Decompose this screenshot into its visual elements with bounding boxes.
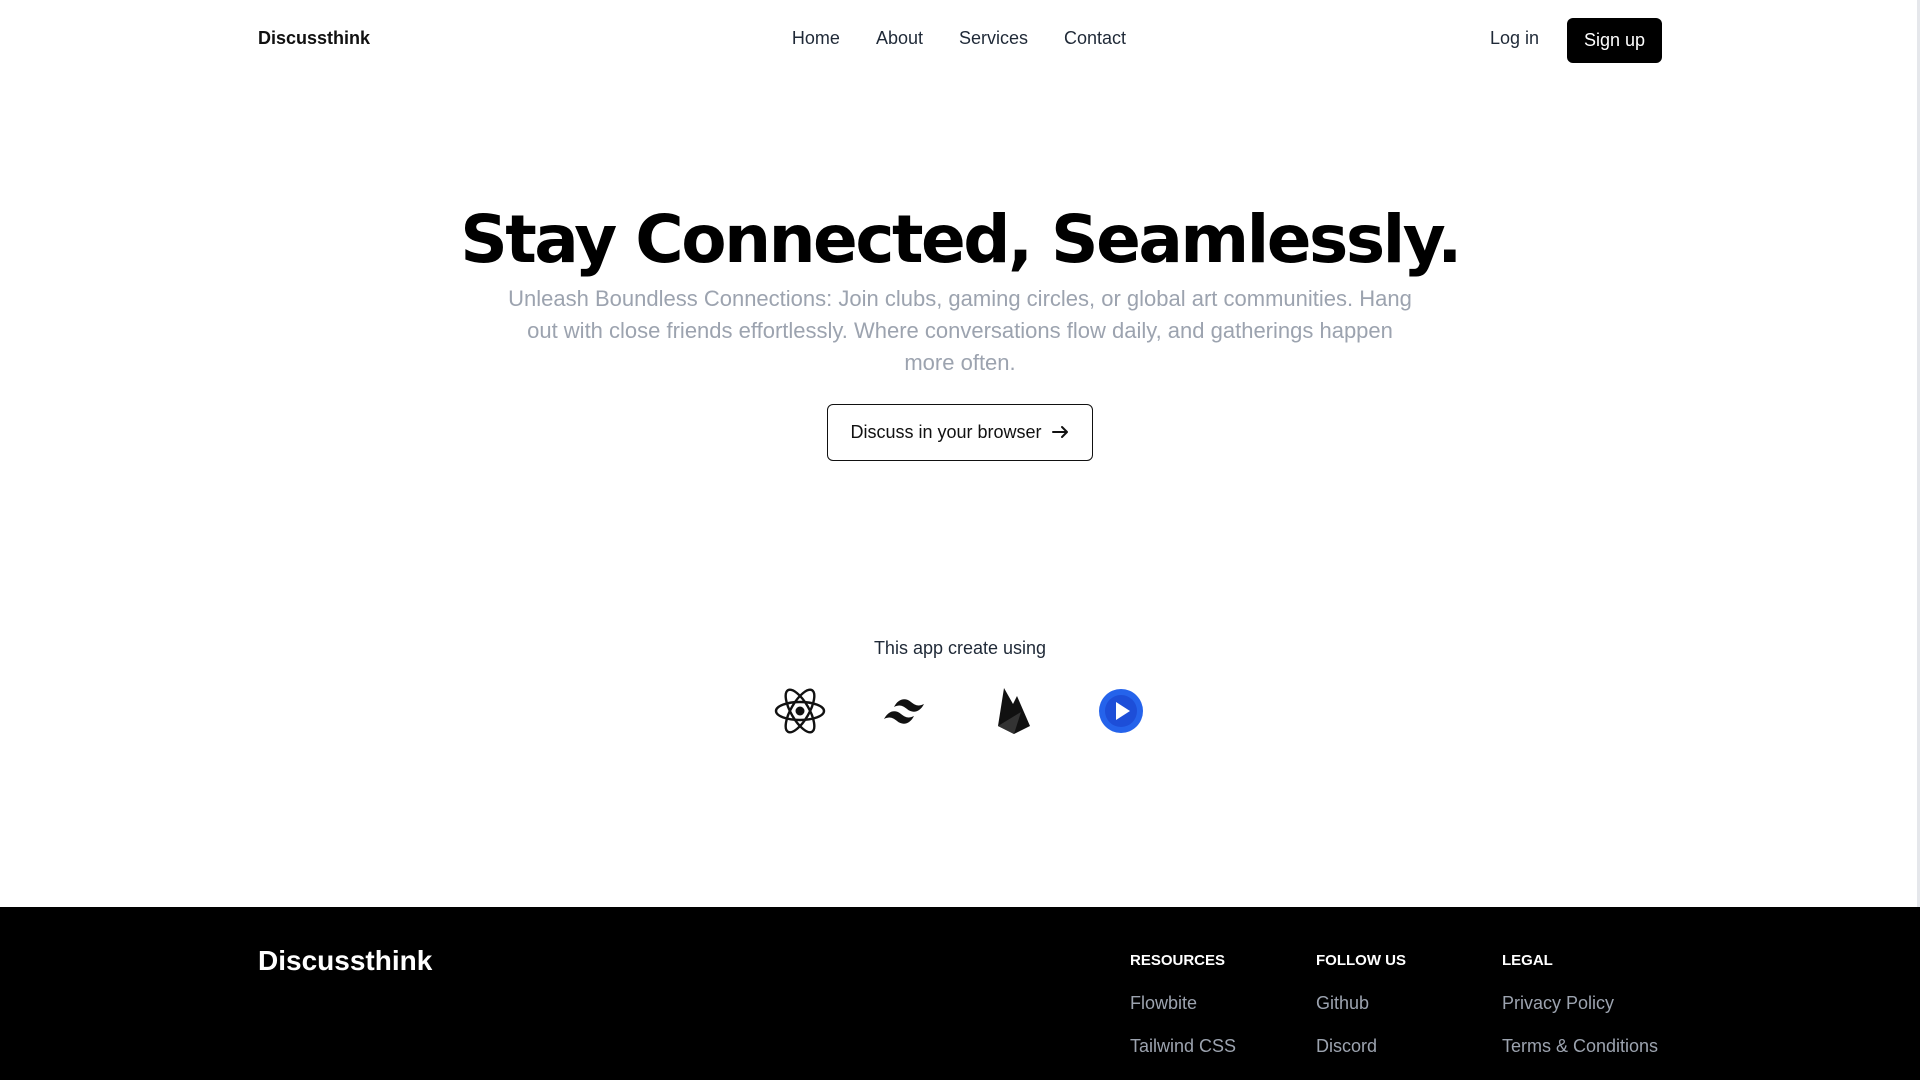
arrow-right-icon bbox=[1051, 423, 1070, 443]
hero-title: Stay Connected, Seamlessly. bbox=[460, 201, 1462, 278]
footer-link-github[interactable]: Github bbox=[1316, 993, 1502, 1014]
tech-stack-section: This app create using bbox=[0, 638, 1920, 737]
footer-column-legal: LEGAL Privacy Policy Terms & Conditions bbox=[1502, 945, 1688, 1079]
login-link[interactable]: Log in bbox=[1490, 28, 1539, 49]
footer-link-flowbite[interactable]: Flowbite bbox=[1130, 993, 1316, 1014]
footer-link-tailwind[interactable]: Tailwind CSS bbox=[1130, 1036, 1316, 1057]
footer-column-follow-us: FOLLOW US Github Discord bbox=[1316, 945, 1502, 1079]
navbar: Discussthink Home About Services Contact… bbox=[0, 0, 1920, 82]
tech-icons bbox=[0, 685, 1920, 737]
signup-button[interactable]: Sign up bbox=[1567, 18, 1662, 63]
footer-link-discord[interactable]: Discord bbox=[1316, 1036, 1502, 1057]
cta-label: Discuss in your browser bbox=[850, 422, 1042, 443]
nav-link-home[interactable]: Home bbox=[792, 28, 840, 49]
footer-heading: FOLLOW US bbox=[1316, 952, 1406, 969]
footer-link-terms[interactable]: Terms & Conditions bbox=[1502, 1036, 1688, 1057]
nav-link-about[interactable]: About bbox=[876, 28, 923, 49]
hero-subtitle: Unleash Boundless Connections: Join club… bbox=[508, 286, 1412, 376]
nav-link-services[interactable]: Services bbox=[959, 28, 1028, 49]
hero-section: Stay Connected, Seamlessly. Unleash Boun… bbox=[0, 200, 1920, 462]
footer-heading: LEGAL bbox=[1502, 952, 1553, 969]
footer-brand[interactable]: Discussthink bbox=[258, 945, 432, 977]
footer-link-privacy-policy[interactable]: Privacy Policy bbox=[1502, 993, 1688, 1014]
footer: Discussthink RESOURCES Flowbite Tailwind… bbox=[0, 907, 1920, 1080]
nav-link-contact[interactable]: Contact bbox=[1064, 28, 1126, 49]
footer-column-resources: RESOURCES Flowbite Tailwind CSS bbox=[1130, 945, 1316, 1079]
firebase-icon bbox=[988, 685, 1040, 737]
landing-page: Discussthink Home About Services Contact… bbox=[0, 0, 1920, 1080]
react-icon bbox=[774, 685, 826, 737]
play-icon bbox=[1095, 685, 1147, 737]
tailwind-icon bbox=[881, 685, 933, 737]
discuss-in-browser-button[interactable]: Discuss in your browser bbox=[827, 404, 1093, 462]
tech-caption: This app create using bbox=[873, 638, 1047, 658]
footer-columns: RESOURCES Flowbite Tailwind CSS FOLLOW U… bbox=[1130, 945, 1688, 1079]
footer-heading: RESOURCES bbox=[1130, 952, 1226, 969]
